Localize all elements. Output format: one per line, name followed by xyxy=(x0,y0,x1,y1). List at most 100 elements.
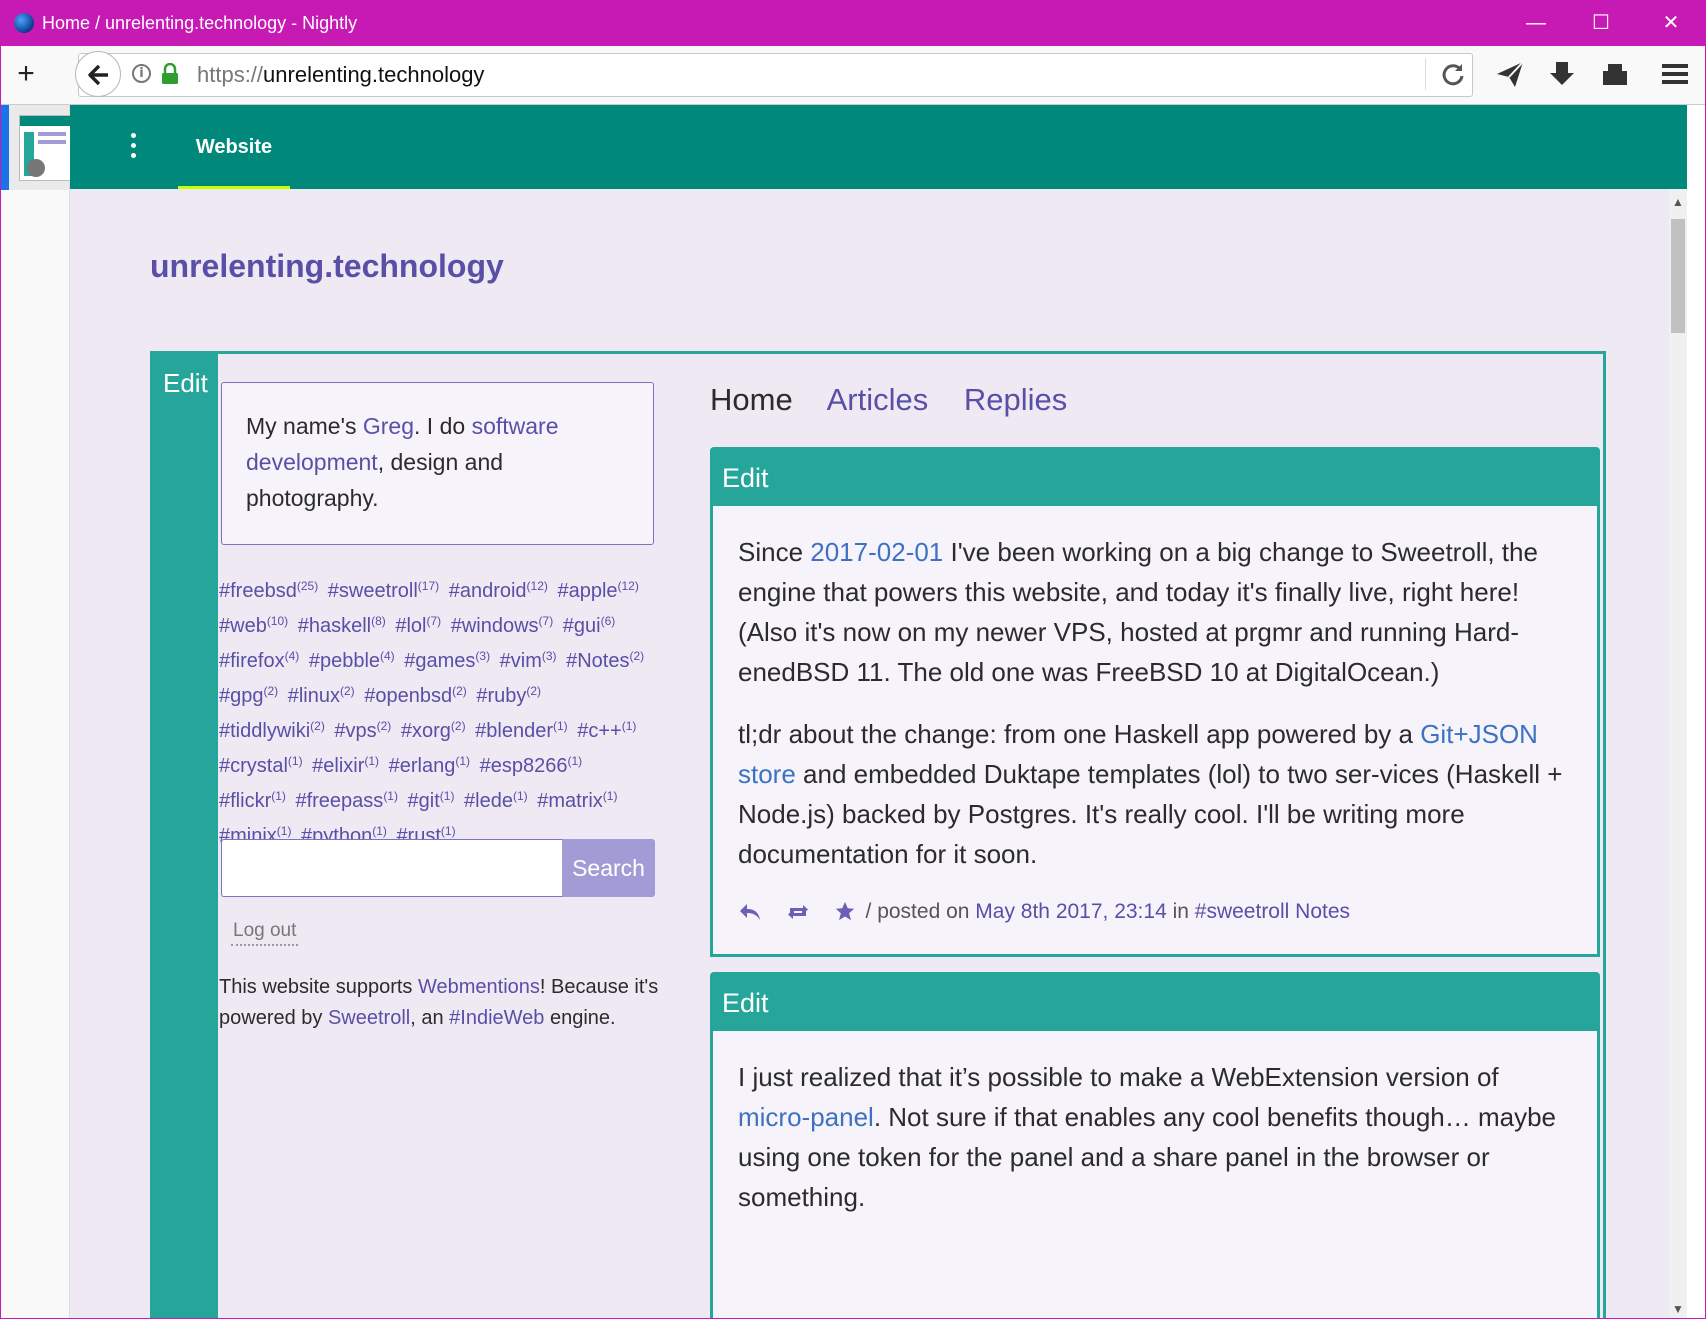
tag-name: #vps xyxy=(334,720,377,742)
tag-count: (1) xyxy=(439,789,455,803)
tag-name: #freepass xyxy=(295,790,384,812)
nav-toolbar: + i https://unrelenting.technology xyxy=(1,46,1705,105)
scrollbar-thumb[interactable] xyxy=(1671,219,1685,333)
tag-link[interactable]: #c++(1) xyxy=(577,719,637,742)
indieweb-link[interactable]: #IndieWeb xyxy=(449,1007,544,1029)
nav-articles[interactable]: Articles xyxy=(827,382,929,417)
site-title[interactable]: unrelenting.technology xyxy=(150,248,504,285)
post-tags-link[interactable]: #sweetroll Notes xyxy=(1195,900,1350,923)
send-tab-icon[interactable] xyxy=(1492,56,1528,92)
reload-icon[interactable] xyxy=(1437,58,1469,90)
sidebar-edit-strip[interactable]: Edit xyxy=(153,354,218,1318)
tag-link[interactable]: #ruby(2) xyxy=(476,684,541,707)
tag-count: (1) xyxy=(287,754,303,768)
tag-count: (2) xyxy=(629,649,645,663)
tag-count: (1) xyxy=(512,789,528,803)
tag-link[interactable]: #sweetroll(17) xyxy=(328,579,439,602)
webmentions-link[interactable]: Webmentions xyxy=(418,976,540,998)
tag-link[interactable]: #matrix(1) xyxy=(537,789,617,812)
sweetroll-link[interactable]: Sweetroll xyxy=(328,1007,410,1029)
nav-home[interactable]: Home xyxy=(710,382,793,417)
tag-name: #c++ xyxy=(577,720,622,742)
tab-website[interactable]: Website xyxy=(178,105,290,189)
back-button[interactable] xyxy=(75,51,121,97)
micro-panel-link[interactable]: micro-panel xyxy=(738,1102,874,1132)
tab-thumbnail[interactable] xyxy=(1,105,71,190)
back-arrow-icon xyxy=(88,64,108,86)
repost-icon[interactable] xyxy=(786,902,810,928)
tag-link[interactable]: #elixir(1) xyxy=(312,754,380,777)
tag-link[interactable]: #android(12) xyxy=(449,579,548,602)
scroll-down-arrow-icon[interactable]: ▼ xyxy=(1672,1302,1684,1316)
tag-name: #erlang xyxy=(388,755,456,777)
tag-link[interactable]: #lede(1) xyxy=(464,789,528,812)
post-edit-header[interactable]: Edit xyxy=(713,975,1597,1031)
search-input[interactable] xyxy=(221,839,562,897)
date-link[interactable]: 2017-02-01 xyxy=(810,537,943,567)
search-button[interactable]: Search xyxy=(562,839,655,897)
tag-link[interactable]: #Notes(2) xyxy=(566,649,645,672)
webmention-text-4: engine. xyxy=(544,1007,616,1029)
tag-link[interactable]: #vps(2) xyxy=(334,719,391,742)
tag-count: (2) xyxy=(263,684,279,698)
minimize-button[interactable]: — xyxy=(1506,7,1566,39)
tab-active-indicator xyxy=(178,186,290,189)
tag-link[interactable]: #games(3) xyxy=(404,649,490,672)
author-name-link[interactable]: Greg xyxy=(363,413,414,439)
tag-name: #lol xyxy=(395,615,427,637)
post-edit-header[interactable]: Edit xyxy=(713,450,1597,506)
tag-count: (6) xyxy=(600,614,616,628)
tag-link[interactable]: #windows(7) xyxy=(451,614,554,637)
download-icon[interactable] xyxy=(1544,56,1580,92)
tag-link[interactable]: #freebsd(25) xyxy=(219,579,319,602)
tag-link[interactable]: #linux(2) xyxy=(288,684,355,707)
logout-button[interactable]: Log out xyxy=(231,920,299,946)
tag-link[interactable]: #openbsd(2) xyxy=(364,684,467,707)
menu-icon[interactable] xyxy=(1657,56,1693,92)
library-icon[interactable] xyxy=(1597,56,1633,92)
url-scheme: https:// xyxy=(197,62,264,87)
post-text: and embedded Duktape templates (lol) to … xyxy=(738,759,1563,869)
maximize-button[interactable]: ☐ xyxy=(1571,7,1631,39)
tag-link[interactable]: #erlang(1) xyxy=(388,754,470,777)
tag-name: #firefox xyxy=(219,650,285,672)
tag-link[interactable]: #blender(1) xyxy=(475,719,568,742)
post-date-link[interactable]: May 8th 2017, 23:14 xyxy=(975,900,1166,923)
tag-link[interactable]: #firefox(4) xyxy=(219,649,299,672)
tag-link[interactable]: #gui(6) xyxy=(562,614,616,637)
tag-count: (1) xyxy=(364,754,380,768)
tag-count: (1) xyxy=(621,719,637,733)
tag-link[interactable]: #pebble(4) xyxy=(309,649,395,672)
tag-link[interactable]: #vim(3) xyxy=(500,649,557,672)
tag-link[interactable]: #lol(7) xyxy=(395,614,441,637)
tag-link[interactable]: #flickr(1) xyxy=(219,789,286,812)
tag-name: #gpg xyxy=(219,685,264,707)
more-options-icon[interactable] xyxy=(130,133,138,159)
tag-link[interactable]: #tiddlywiki(2) xyxy=(219,719,325,742)
url-text[interactable]: https://unrelenting.technology xyxy=(197,62,484,88)
close-button[interactable]: ✕ xyxy=(1641,7,1701,39)
tag-count: (25) xyxy=(296,579,319,593)
window-title: Home / unrelenting.technology - Nightly xyxy=(42,13,358,33)
info-icon[interactable]: i xyxy=(132,64,151,83)
nav-replies[interactable]: Replies xyxy=(964,382,1067,417)
post-paragraph: tl;dr about the change: from one Haskell… xyxy=(738,714,1572,874)
tag-link[interactable]: #haskell(8) xyxy=(298,614,386,637)
tag-link[interactable]: #git(1) xyxy=(408,789,455,812)
tag-name: #gui xyxy=(562,615,601,637)
scroll-up-arrow-icon[interactable]: ▲ xyxy=(1672,195,1684,209)
tag-link[interactable]: #apple(12) xyxy=(557,579,638,602)
like-star-icon[interactable] xyxy=(834,900,856,928)
tag-link[interactable]: #esp8266(1) xyxy=(480,754,583,777)
tag-count: (2) xyxy=(340,684,355,698)
bio-text-1: My name's xyxy=(246,413,363,439)
tag-link[interactable]: #xorg(2) xyxy=(401,719,466,742)
tag-link[interactable]: #freepass(1) xyxy=(295,789,398,812)
new-tab-button[interactable]: + xyxy=(11,57,41,91)
page-scrollbar[interactable]: ▲ ▼ xyxy=(1669,189,1687,1318)
reply-icon[interactable] xyxy=(738,902,762,928)
tag-link[interactable]: #web(10) xyxy=(219,614,288,637)
tag-link[interactable]: #gpg(2) xyxy=(219,684,279,707)
tag-link[interactable]: #crystal(1) xyxy=(219,754,303,777)
sidebar-edit-label[interactable]: Edit xyxy=(163,368,208,399)
